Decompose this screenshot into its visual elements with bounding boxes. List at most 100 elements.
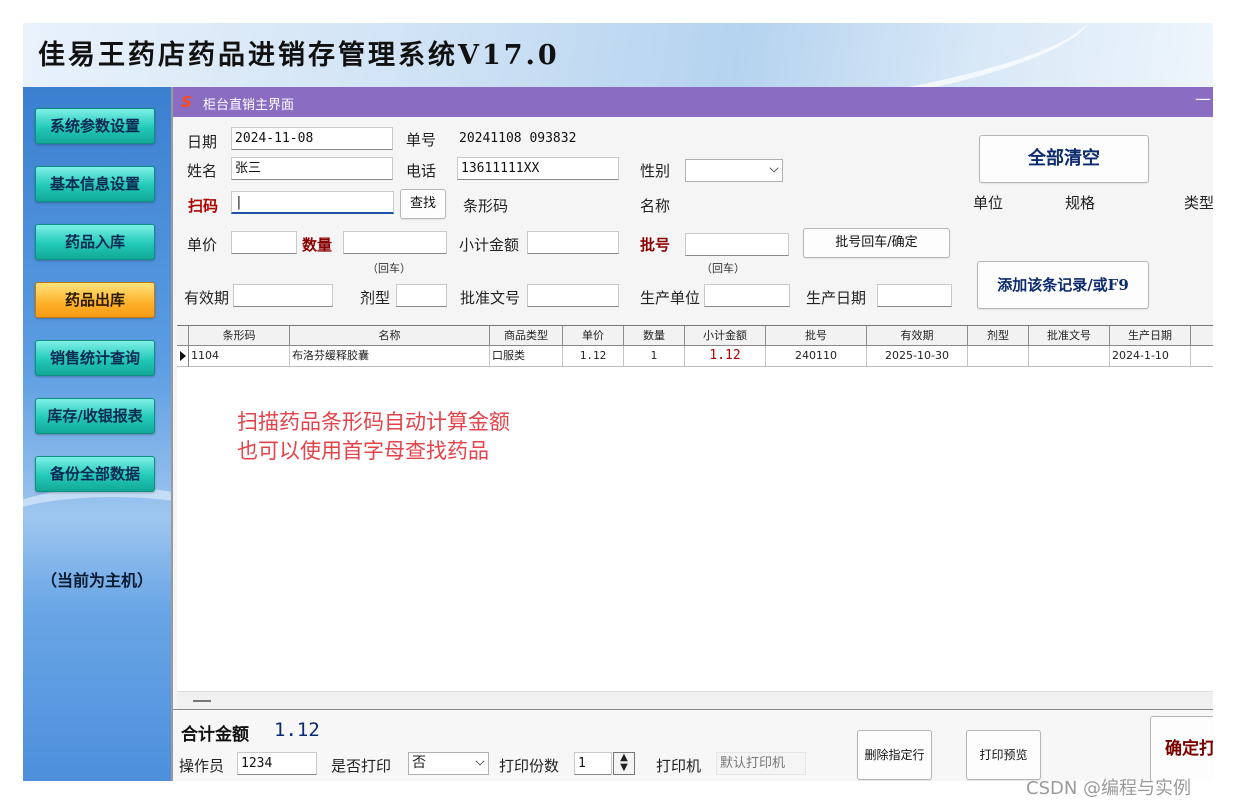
sidebar: 系统参数设置 基本信息设置 药品入库 药品出库 销售统计查询 库存/收银报表 备… [23, 87, 243, 781]
cell-approval[interactable] [1029, 346, 1110, 367]
app-title: 佳易王药店药品进销存管理系统V17.0 [38, 40, 560, 71]
app-banner: 佳易王药店药品进销存管理系统V17.0 [23, 23, 1213, 138]
cell-batch[interactable]: 240110 [766, 346, 867, 367]
cell-expiry[interactable]: 2025-10-30 [867, 346, 968, 367]
maker-field[interactable] [704, 284, 790, 307]
col-header-qty[interactable]: 数量 [624, 326, 685, 346]
expiry-field[interactable] [233, 284, 333, 307]
print-select[interactable]: 否 [408, 752, 489, 775]
add-record-button[interactable]: 添加该条记录/或F9 [977, 261, 1149, 309]
order-number: 20241108 093832 [459, 131, 577, 146]
sidebar-item-basic-info[interactable]: 基本信息设置 [35, 166, 155, 202]
annotation-line-2: 也可以使用首字母查找药品 [237, 439, 489, 463]
approval-field[interactable] [527, 284, 619, 307]
total-amount: 1.12 [274, 719, 320, 741]
expiry-label: 有效期 [184, 289, 230, 307]
horizontal-scrollbar[interactable] [177, 691, 1213, 709]
print-select-value: 否 [412, 755, 426, 771]
spec-label: 规格 [1065, 194, 1096, 212]
col-header-mfg-date[interactable]: 生产日期 [1110, 326, 1191, 346]
price-label: 单价 [187, 236, 218, 254]
scrollbar-thumb[interactable] [193, 700, 211, 702]
phone-field[interactable]: 13611111XX [457, 157, 619, 180]
price-field[interactable] [231, 231, 297, 254]
quantity-field[interactable] [343, 231, 447, 254]
row-indicator [177, 346, 189, 367]
cell-form[interactable] [968, 346, 1029, 367]
phone-label: 电话 [406, 162, 437, 180]
printer-label: 打印机 [656, 757, 702, 775]
subtotal-field[interactable] [527, 231, 619, 254]
find-button[interactable]: 查找 [400, 189, 446, 219]
maker-label: 生产单位 [640, 289, 701, 307]
app-frame: 佳易王药店药品进销存管理系统V17.0 系统参数设置 基本信息设置 药品入库 药… [23, 23, 1213, 781]
cell-name[interactable]: 布洛芬缓释胶囊 [290, 346, 490, 367]
row-pointer-icon [180, 351, 186, 361]
col-header-barcode[interactable]: 条形码 [189, 326, 290, 346]
item-name-label: 名称 [640, 197, 671, 215]
quantity-hint: （回车） [367, 262, 411, 275]
gender-label: 性别 [640, 162, 671, 180]
quantity-label: 数量 [302, 236, 333, 254]
unit-label: 单位 [973, 194, 1004, 212]
clear-all-button[interactable]: 全部清空 [979, 135, 1149, 183]
minimize-button[interactable]: — [1195, 89, 1211, 108]
mfg-date-label: 生产日期 [806, 289, 867, 307]
stepper-down-icon[interactable]: ▼ [620, 762, 628, 773]
col-header-category[interactable]: 商品类型 [490, 326, 563, 346]
col-header-subtotal[interactable]: 小计金额 [685, 326, 766, 346]
counter-sales-window: S 柜台直销主界面 — 日期 2024-11-08 单号 20241108 09… [171, 87, 1213, 781]
footer-panel: 合计金额 1.12 操作员 1234 是否打印 否 打印份数 1 ▲ ▼ 打印机 … [173, 709, 1213, 781]
mfg-date-field[interactable] [877, 284, 952, 307]
col-header-batch[interactable]: 批号 [766, 326, 867, 346]
sidebar-item-backup[interactable]: 备份全部数据 [35, 456, 155, 492]
cell-mfg-date[interactable]: 2024-1-10 [1110, 346, 1191, 367]
col-header-name[interactable]: 名称 [290, 326, 490, 346]
annotation-line-1: 扫描药品条形码自动计算金额 [237, 410, 510, 434]
print-preview-button[interactable]: 打印预览 [966, 730, 1041, 780]
total-label: 合计金额 [181, 725, 249, 745]
sales-table[interactable]: 条形码 名称 商品类型 单价 数量 小计金额 批号 有效期 剂型 批准文号 生产… [177, 325, 1213, 691]
dosage-form-field[interactable] [396, 284, 447, 307]
dosage-form-label: 剂型 [360, 289, 391, 307]
scan-input[interactable]: | [231, 191, 394, 214]
cell-qty[interactable]: 1 [624, 346, 685, 367]
customer-name-label: 姓名 [187, 162, 218, 180]
sidebar-item-sales-stats[interactable]: 销售统计查询 [35, 340, 155, 376]
confirm-checkout-button[interactable]: 确定打 [1150, 716, 1213, 781]
cell-category[interactable]: 口服类 [490, 346, 563, 367]
printer-field[interactable]: 默认打印机 [716, 752, 806, 775]
col-header-approval[interactable]: 批准文号 [1029, 326, 1110, 346]
table-header: 条形码 名称 商品类型 单价 数量 小计金额 批号 有效期 剂型 批准文号 生产… [177, 326, 1213, 346]
app-logo-icon: S [181, 93, 192, 111]
sidebar-item-inventory-report[interactable]: 库存/收银报表 [35, 398, 155, 434]
gender-select[interactable] [685, 159, 783, 182]
header-corner [177, 326, 189, 346]
date-field[interactable]: 2024-11-08 [231, 127, 393, 150]
batch-field[interactable] [685, 233, 789, 256]
cell-subtotal[interactable]: 1.12 [685, 346, 766, 367]
copies-stepper[interactable]: ▲ ▼ [613, 752, 635, 775]
type-label: 类型 [1184, 194, 1213, 212]
sidebar-item-stock-out[interactable]: 药品出库 [35, 282, 155, 318]
batch-confirm-button[interactable]: 批号回车/确定 [803, 228, 950, 258]
cell-price[interactable]: 1.12 [563, 346, 624, 367]
chevron-down-icon [475, 756, 485, 766]
cell-barcode[interactable]: 1104 [189, 346, 290, 367]
batch-hint: （回车） [701, 262, 745, 275]
col-header-expiry[interactable]: 有效期 [867, 326, 968, 346]
sidebar-item-system-settings[interactable]: 系统参数设置 [35, 108, 155, 144]
window-titlebar: S 柜台直销主界面 — [173, 87, 1213, 117]
col-header-form[interactable]: 剂型 [968, 326, 1029, 346]
sidebar-item-stock-in[interactable]: 药品入库 [35, 224, 155, 260]
copies-field[interactable]: 1 [574, 752, 612, 775]
delete-row-button[interactable]: 删除指定行 [857, 730, 932, 780]
print-toggle-label: 是否打印 [331, 757, 392, 775]
copies-label: 打印份数 [499, 757, 560, 775]
date-label: 日期 [187, 133, 218, 151]
table-row[interactable]: 1104 布洛芬缓释胶囊 口服类 1.12 1 1.12 240110 2025… [177, 346, 1213, 367]
col-header-price[interactable]: 单价 [563, 326, 624, 346]
host-status: （当前为主机） [40, 571, 153, 590]
customer-name-field[interactable]: 张三 [231, 157, 393, 180]
operator-field[interactable]: 1234 [237, 752, 317, 775]
